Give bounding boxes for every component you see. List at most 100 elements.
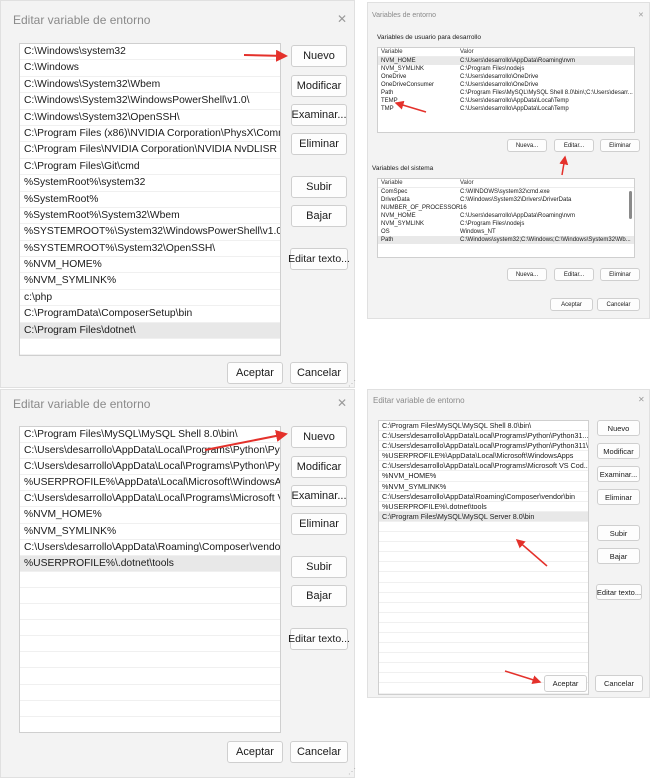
user-edit-button[interactable]: Editar... <box>554 139 594 152</box>
empty-list-row[interactable] <box>379 532 588 543</box>
empty-list-row[interactable] <box>379 643 588 654</box>
table-row[interactable]: Path C:\Windows\system32;C:\Windows;C:\Wi… <box>378 236 634 244</box>
list-item[interactable]: C:\Program Files\MySQL\MySQL Shell 8.0\b… <box>20 427 280 444</box>
ok-button[interactable]: Aceptar <box>550 298 593 311</box>
path-entry-list[interactable]: C:\Program Files\MySQL\MySQL Shell 8.0\b… <box>378 420 589 695</box>
close-icon[interactable]: ✕ <box>337 12 347 26</box>
move-down-button[interactable]: Bajar <box>291 585 347 607</box>
list-item[interactable]: C:\Users\desarrollo\AppData\Local\Progra… <box>20 491 280 508</box>
table-row[interactable]: TMP C:\Users\desarrollo\AppData\Local\Tem… <box>378 105 634 113</box>
move-up-button[interactable]: Subir <box>291 556 347 578</box>
cancel-button[interactable]: Cancelar <box>290 741 348 763</box>
list-item[interactable]: C:\Program Files\MySQL\MySQL Shell 8.0\b… <box>379 421 588 432</box>
list-item[interactable]: %NVM_HOME% <box>20 507 280 524</box>
list-item[interactable]: %NVM_SYMLINK% <box>20 273 280 290</box>
empty-list-row[interactable] <box>379 653 588 664</box>
list-item[interactable]: C:\Users\desarrollo\AppData\Local\Progra… <box>379 441 588 452</box>
cancel-button[interactable]: Cancelar <box>597 298 640 311</box>
list-item[interactable]: %SystemRoot% <box>20 192 280 208</box>
empty-list-row[interactable] <box>379 522 588 533</box>
close-icon[interactable]: ✕ <box>638 11 644 19</box>
list-item[interactable]: C:\Windows\System32\OpenSSH\ <box>20 110 280 126</box>
list-item[interactable]: %USERPROFILE%\.dotnet\tools <box>20 555 280 572</box>
list-item[interactable]: C:\Users\desarrollo\AppData\Roaming\Comp… <box>20 540 280 556</box>
table-row[interactable]: NVM_SYMLINK C:\Program Files\nodejs <box>378 220 634 228</box>
list-item[interactable]: %USERPROFILE%\AppData\Local\Microsoft\Wi… <box>379 451 588 462</box>
edit-button[interactable]: Modificar <box>597 443 640 459</box>
close-icon[interactable]: ✕ <box>337 396 347 410</box>
empty-list-row[interactable] <box>20 685 280 701</box>
empty-list-row[interactable] <box>379 603 588 613</box>
system-edit-button[interactable]: Editar... <box>554 268 594 281</box>
list-item[interactable]: %SYSTEMROOT%\System32\WindowsPowerShell\… <box>20 224 280 241</box>
table-row[interactable]: OS Windows_NT <box>378 228 634 236</box>
list-item[interactable]: C:\Windows <box>20 60 280 77</box>
table-row[interactable]: NVM_HOME C:\Users\desarrollo\AppData\Roam… <box>378 212 634 220</box>
list-item[interactable]: %USERPROFILE%\AppData\Local\Microsoft\Wi… <box>20 475 280 492</box>
user-variables-table[interactable]: Variable Valor NVM_HOME C:\Users\desarrol… <box>377 47 635 133</box>
empty-list-row[interactable] <box>379 572 588 583</box>
close-icon[interactable]: ✕ <box>638 395 645 404</box>
empty-list-row[interactable] <box>20 604 280 621</box>
empty-list-row[interactable] <box>379 583 588 593</box>
table-row[interactable]: DriverData C:\Windows\System32\Drivers\Dr… <box>378 196 634 204</box>
user-delete-button[interactable]: Eliminar <box>600 139 640 152</box>
resize-grip-icon[interactable]: ⋰ <box>348 767 356 776</box>
table-row[interactable]: OneDrive C:\Users\desarrollo\OneDrive <box>378 73 634 81</box>
list-item[interactable]: C:\Users\desarrollo\AppData\Roaming\Comp… <box>379 492 588 502</box>
empty-list-row[interactable] <box>20 701 280 717</box>
list-item[interactable]: C:\Program Files (x86)\NVIDIA Corporatio… <box>20 126 280 143</box>
edit-text-button[interactable]: Editar texto... <box>288 248 350 270</box>
edit-button[interactable]: Modificar <box>291 456 347 478</box>
browse-button[interactable]: Examinar... <box>291 485 347 507</box>
list-item[interactable]: C:\Program Files\dotnet\ <box>20 322 280 340</box>
cancel-button[interactable]: Cancelar <box>595 675 643 692</box>
new-button[interactable]: Nuevo <box>291 45 347 67</box>
move-up-button[interactable]: Subir <box>597 525 640 541</box>
system-new-button[interactable]: Nueva... <box>507 268 547 281</box>
empty-list-row[interactable] <box>20 636 280 653</box>
empty-list-row[interactable] <box>379 623 588 633</box>
empty-list-row[interactable] <box>379 542 588 553</box>
ok-button[interactable]: Aceptar <box>544 675 587 692</box>
list-item[interactable]: C:\Users\desarrollo\AppData\Local\Progra… <box>20 443 280 460</box>
path-entry-list[interactable]: C:\Windows\system32 C:\Windows C:\Windows\… <box>19 43 281 356</box>
empty-list-row[interactable] <box>379 552 588 563</box>
list-item[interactable]: C:\ProgramData\ComposerSetup\bin <box>20 306 280 323</box>
empty-list-row[interactable] <box>379 633 588 644</box>
list-item[interactable]: C:\Users\desarrollo\AppData\Local\Progra… <box>379 431 588 442</box>
table-row[interactable]: OneDriveConsumer C:\Users\desarrollo\OneD… <box>378 81 634 89</box>
list-item[interactable]: %USERPROFILE%\.dotnet\tools <box>379 502 588 512</box>
list-item[interactable]: %NVM_HOME% <box>379 471 588 482</box>
edit-text-button[interactable]: Editar texto... <box>596 584 642 600</box>
empty-list-row[interactable] <box>20 652 280 669</box>
list-item[interactable]: %SystemRoot%\system32 <box>20 175 280 192</box>
system-delete-button[interactable]: Eliminar <box>600 268 640 281</box>
empty-list-row[interactable] <box>20 572 280 588</box>
table-row[interactable]: NVM_HOME C:\Users\desarrollo\AppData\Roam… <box>378 57 634 65</box>
list-item[interactable]: C:\Users\desarrollo\AppData\Local\Progra… <box>20 459 280 476</box>
empty-list-row[interactable] <box>379 593 588 603</box>
table-row[interactable]: NUMBER_OF_PROCESSORS 16 <box>378 204 634 212</box>
system-variables-table[interactable]: Variable Valor ComSpec C:\WINDOWS\system3… <box>377 178 635 258</box>
list-item[interactable]: C:\Users\desarrollo\AppData\Local\Progra… <box>379 461 588 472</box>
edit-text-button[interactable]: Editar texto... <box>288 628 350 650</box>
move-up-button[interactable]: Subir <box>291 176 347 198</box>
list-item[interactable]: C:\Windows\System32\Wbem <box>20 77 280 94</box>
empty-list-row[interactable] <box>379 663 588 674</box>
move-down-button[interactable]: Bajar <box>291 205 347 227</box>
list-item[interactable]: c:\php <box>20 290 280 307</box>
new-button[interactable]: Nuevo <box>291 426 347 448</box>
table-row[interactable]: TEMP C:\Users\desarrollo\AppData\Local\Te… <box>378 97 634 105</box>
empty-list-row[interactable] <box>20 668 280 685</box>
empty-list-row[interactable] <box>20 717 280 732</box>
list-item[interactable]: %SystemRoot%\System32\Wbem <box>20 208 280 225</box>
move-down-button[interactable]: Bajar <box>597 548 640 564</box>
list-item[interactable]: C:\Program Files\NVIDIA Corporation\NVID… <box>20 142 280 159</box>
browse-button[interactable]: Examinar... <box>291 104 347 126</box>
empty-list-row[interactable] <box>379 613 588 623</box>
delete-button[interactable]: Eliminar <box>291 133 347 155</box>
list-item[interactable]: C:\Windows\system32 <box>20 44 280 61</box>
list-item[interactable]: %NVM_SYMLINK% <box>379 482 588 492</box>
ok-button[interactable]: Aceptar <box>227 741 283 763</box>
